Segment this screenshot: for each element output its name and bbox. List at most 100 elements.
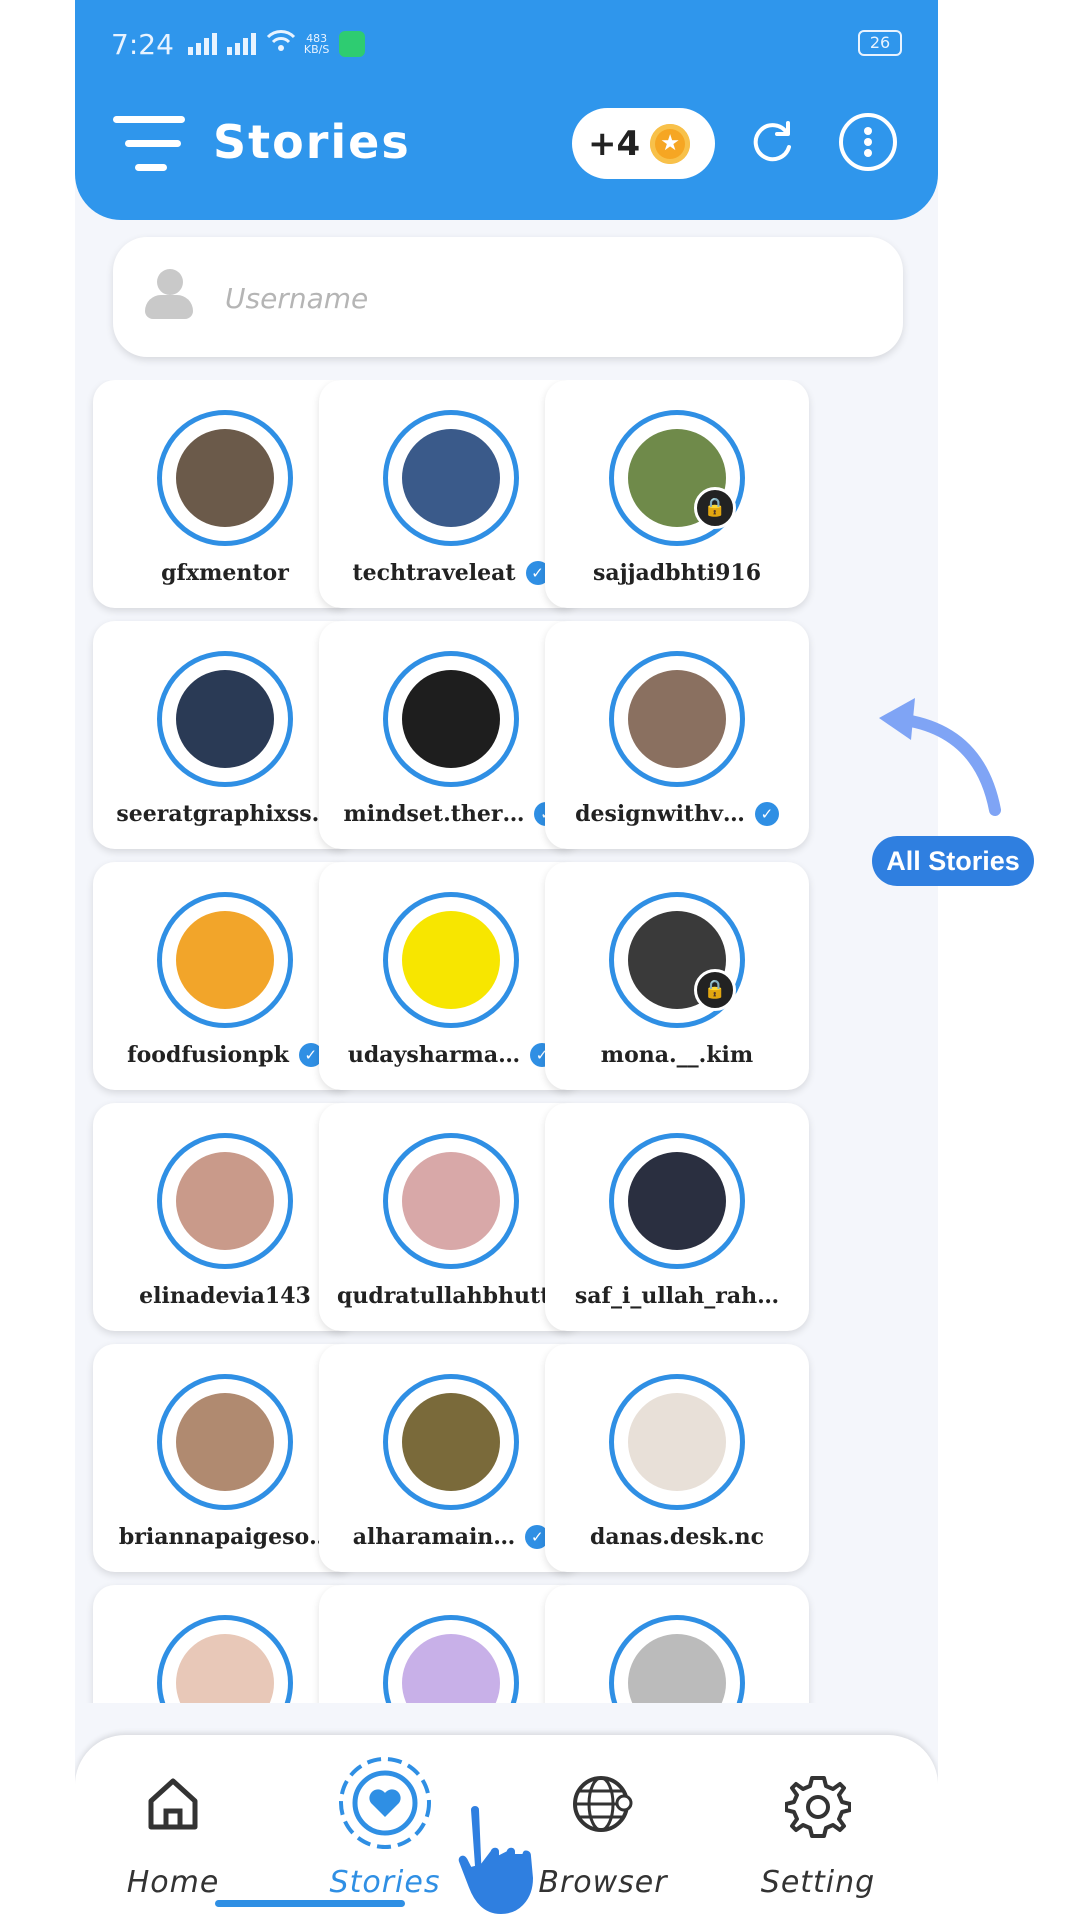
page-title: Stories xyxy=(213,115,411,169)
signal-icon xyxy=(187,33,217,55)
story-username-text: designwithv… xyxy=(575,801,745,827)
story-ring xyxy=(157,651,293,787)
callout-arrow-icon xyxy=(879,698,1001,816)
story-username: mona.__.kim xyxy=(545,1042,809,1068)
story-card[interactable] xyxy=(545,1585,809,1703)
story-username-text: foodfusionpk xyxy=(127,1042,289,1068)
story-username: mindset.ther…✓ xyxy=(319,801,583,827)
story-ring xyxy=(609,1374,745,1510)
story-username: designwithv… ✓ xyxy=(545,801,809,827)
story-card[interactable]: 🔒 mona.__.kim xyxy=(545,862,809,1090)
story-ring xyxy=(157,892,293,1028)
avatar xyxy=(176,1152,274,1250)
story-card[interactable]: saf_i_ullah_rah… xyxy=(545,1103,809,1331)
story-username: sajjadbhti916 xyxy=(545,560,809,586)
avatar xyxy=(176,429,274,527)
story-username-text: elinadevia143 xyxy=(139,1283,311,1309)
story-ring: 🔒 xyxy=(609,410,745,546)
coins-badge[interactable]: +4 ★ xyxy=(572,108,715,179)
story-ring xyxy=(157,410,293,546)
story-ring xyxy=(157,1615,293,1703)
story-card[interactable]: udaysharma… ✓ xyxy=(319,862,583,1090)
story-username: briannapaigeso… xyxy=(93,1524,357,1550)
avatar xyxy=(402,911,500,1009)
username-search-bar[interactable] xyxy=(113,237,903,357)
story-card[interactable]: qudratullahbhutto xyxy=(319,1103,583,1331)
story-card[interactable]: briannapaigeso… xyxy=(93,1344,357,1572)
avatar xyxy=(628,1634,726,1703)
avatar xyxy=(176,670,274,768)
avatar xyxy=(628,670,726,768)
username-input[interactable] xyxy=(223,265,847,331)
avatar xyxy=(402,1634,500,1703)
story-card[interactable]: gfxmentor xyxy=(93,380,357,608)
story-username: udaysharma… ✓ xyxy=(319,1042,583,1068)
app-header: 7:24 483 KB/S 26 Stories +4 ★ xyxy=(75,0,938,220)
story-ring xyxy=(609,1615,745,1703)
gear-icon xyxy=(784,1773,852,1843)
story-ring: 🔒 xyxy=(609,892,745,1028)
avatar xyxy=(402,1393,500,1491)
nav-setting-label: Setting xyxy=(760,1865,876,1900)
verified-badge-icon: ✓ xyxy=(754,802,779,826)
story-card[interactable] xyxy=(319,1585,583,1703)
nav-setting[interactable]: Setting xyxy=(718,1735,918,1920)
menu-icon[interactable] xyxy=(113,116,185,172)
story-card[interactable]: seeratgraphixss… xyxy=(93,621,357,849)
story-card[interactable]: mindset.ther…✓ xyxy=(319,621,583,849)
user-icon xyxy=(145,269,193,325)
avatar xyxy=(402,1152,500,1250)
story-card[interactable] xyxy=(93,1585,357,1703)
globe-icon xyxy=(570,1773,636,1839)
avatar xyxy=(176,1634,274,1703)
story-card[interactable]: designwithv… ✓ xyxy=(545,621,809,849)
nav-home-label: Home xyxy=(126,1865,220,1900)
coins-count: +4 xyxy=(588,123,641,164)
story-ring xyxy=(609,1133,745,1269)
all-stories-callout: All Stories xyxy=(872,836,1034,886)
story-username-text: techtraveleat xyxy=(352,560,516,586)
more-options-icon[interactable] xyxy=(839,113,897,171)
story-card[interactable]: techtraveleat ✓ xyxy=(319,380,583,608)
avatar xyxy=(402,429,500,527)
story-username-text: qudratullahbhutto xyxy=(336,1283,566,1309)
story-ring xyxy=(157,1133,293,1269)
story-username: techtraveleat ✓ xyxy=(319,560,583,586)
coin-icon: ★ xyxy=(650,123,691,164)
story-username: qudratullahbhutto xyxy=(319,1283,583,1309)
story-ring xyxy=(157,1374,293,1510)
story-username-text: mona.__.kim xyxy=(600,1042,754,1068)
story-ring xyxy=(383,892,519,1028)
story-username: alharamain… ✓ xyxy=(319,1524,583,1550)
story-ring xyxy=(383,651,519,787)
avatar xyxy=(176,911,274,1009)
network-speed: 483 KB/S xyxy=(304,33,329,55)
avatar xyxy=(628,1152,726,1250)
stories-heart-icon xyxy=(337,1755,433,1855)
story-username-text: alharamain… xyxy=(352,1524,516,1550)
story-username: foodfusionpk ✓ xyxy=(93,1042,357,1068)
story-username-text: seeratgraphixss… xyxy=(116,801,334,827)
story-username-text: briannapaigeso… xyxy=(118,1524,332,1550)
story-username-text: saf_i_ullah_rah… xyxy=(574,1283,780,1309)
home-icon xyxy=(143,1773,203,1837)
network-speed-unit: KB/S xyxy=(303,43,330,56)
story-card[interactable]: danas.desk.nc xyxy=(545,1344,809,1572)
story-username-text: mindset.ther… xyxy=(343,801,525,827)
story-card[interactable]: foodfusionpk ✓ xyxy=(93,862,357,1090)
refresh-icon[interactable] xyxy=(747,117,799,169)
story-username: gfxmentor xyxy=(93,560,357,586)
story-username: elinadevia143 xyxy=(93,1283,357,1309)
story-username-text: gfxmentor xyxy=(161,560,289,586)
avatar xyxy=(176,1393,274,1491)
nav-home[interactable]: Home xyxy=(75,1735,273,1920)
story-card[interactable]: elinadevia143 xyxy=(93,1103,357,1331)
story-username: saf_i_ullah_rah… xyxy=(545,1283,809,1309)
story-ring xyxy=(383,410,519,546)
story-card[interactable]: 🔒 sajjadbhti916 xyxy=(545,380,809,608)
avatar xyxy=(628,1393,726,1491)
story-ring xyxy=(609,651,745,787)
wifi-icon xyxy=(266,29,296,60)
signal-icon xyxy=(226,33,256,55)
story-card[interactable]: alharamain… ✓ xyxy=(319,1344,583,1572)
